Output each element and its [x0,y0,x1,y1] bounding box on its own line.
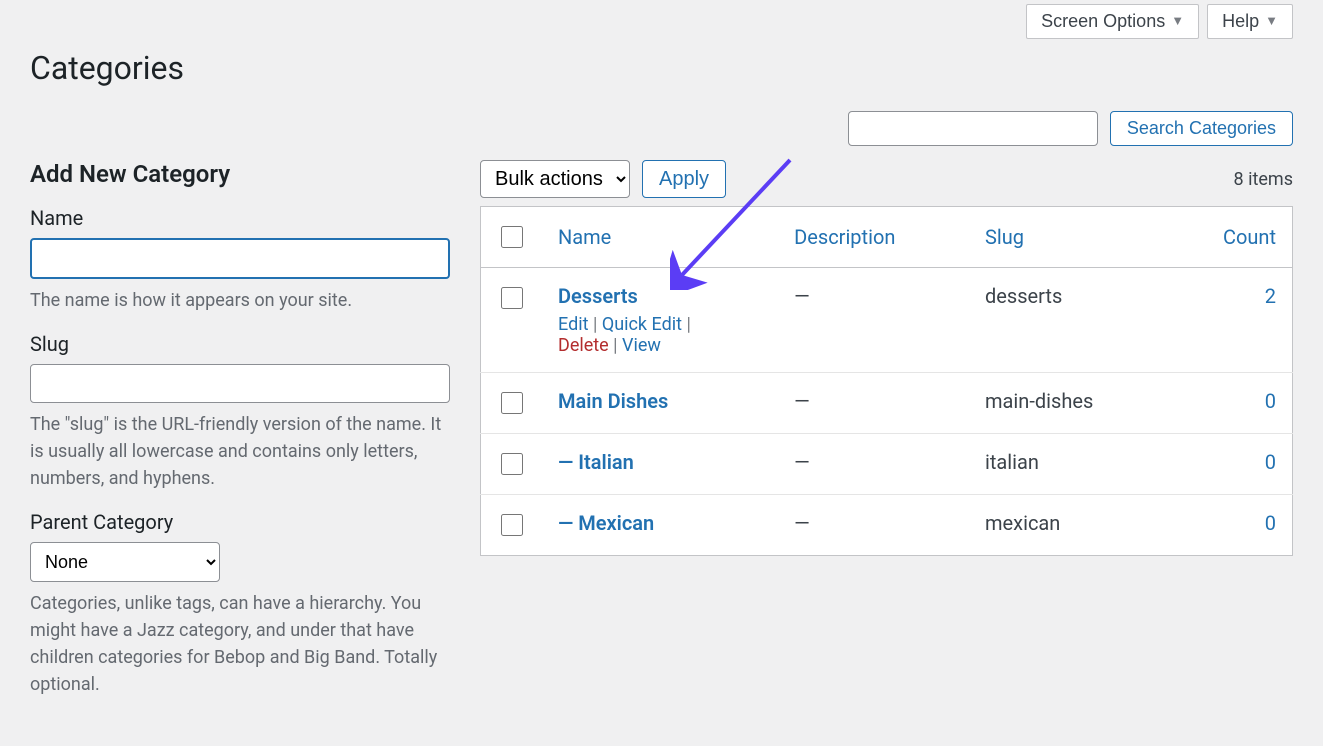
count-link[interactable]: 0 [1265,511,1276,535]
table-row: — Italian—italian0 [481,434,1293,495]
category-slug-input[interactable] [30,364,450,403]
indent-dash: — [558,450,578,474]
category-name-link[interactable]: Italian [578,450,634,474]
items-count: 8 items [1234,169,1293,190]
slug-label: Slug [30,332,450,356]
table-row: Main Dishes —main-dishes 0 [481,373,1293,434]
chevron-down-icon: ▼ [1265,13,1278,28]
add-new-category-heading: Add New Category [30,160,450,188]
column-slug[interactable]: Slug [969,207,1170,268]
row-checkbox[interactable] [501,287,523,309]
categories-table: Name Description Slug Count Desserts Edit… [480,206,1293,556]
description-cell: — [778,495,969,556]
row-checkbox[interactable] [501,514,523,536]
category-name-link[interactable]: Desserts [558,284,638,308]
slug-description: The "slug" is the URL-friendly version o… [30,411,450,492]
table-row: Desserts Edit | Quick Edit | Delete | Vie… [481,268,1293,373]
quick-edit-link[interactable]: Quick Edit [602,314,682,335]
slug-cell: mexican [969,495,1170,556]
bulk-actions-select[interactable]: Bulk actions [480,160,630,198]
row-checkbox[interactable] [501,453,523,475]
description-cell: — [778,434,969,495]
select-all-checkbox[interactable] [501,226,523,248]
apply-button[interactable]: Apply [642,160,726,198]
category-name-link[interactable]: Mexican [578,511,654,535]
indent-dash: — [558,511,578,535]
table-row: — Mexican—mexican0 [481,495,1293,556]
category-name-link[interactable]: Main Dishes [558,389,668,413]
parent-description: Categories, unlike tags, can have a hier… [30,590,450,698]
edit-link[interactable]: Edit [558,314,588,335]
count-link[interactable]: 0 [1265,389,1276,413]
slug-cell: main-dishes [969,373,1170,434]
parent-label: Parent Category [30,510,450,534]
search-input[interactable] [848,111,1098,146]
parent-category-select[interactable]: None [30,542,220,582]
description-cell: — [778,373,969,434]
page-title: Categories [30,49,1293,87]
help-button[interactable]: Help▼ [1207,4,1293,39]
chevron-down-icon: ▼ [1171,13,1184,28]
column-description[interactable]: Description [778,207,969,268]
name-label: Name [30,206,450,230]
search-categories-button[interactable]: Search Categories [1110,111,1293,146]
row-checkbox[interactable] [501,392,523,414]
column-count[interactable]: Count [1170,207,1293,268]
category-name-input[interactable] [30,238,450,279]
column-name[interactable]: Name [542,207,778,268]
slug-cell: desserts [969,268,1170,373]
slug-cell: italian [969,434,1170,495]
screen-options-button[interactable]: Screen Options▼ [1026,4,1199,39]
row-actions: Edit | Quick Edit | Delete | View [558,314,762,356]
count-link[interactable]: 2 [1265,284,1276,308]
description-cell: — [778,268,969,373]
count-link[interactable]: 0 [1265,450,1276,474]
delete-link[interactable]: Delete [558,335,609,356]
view-link[interactable]: View [622,335,661,356]
name-description: The name is how it appears on your site. [30,287,450,314]
